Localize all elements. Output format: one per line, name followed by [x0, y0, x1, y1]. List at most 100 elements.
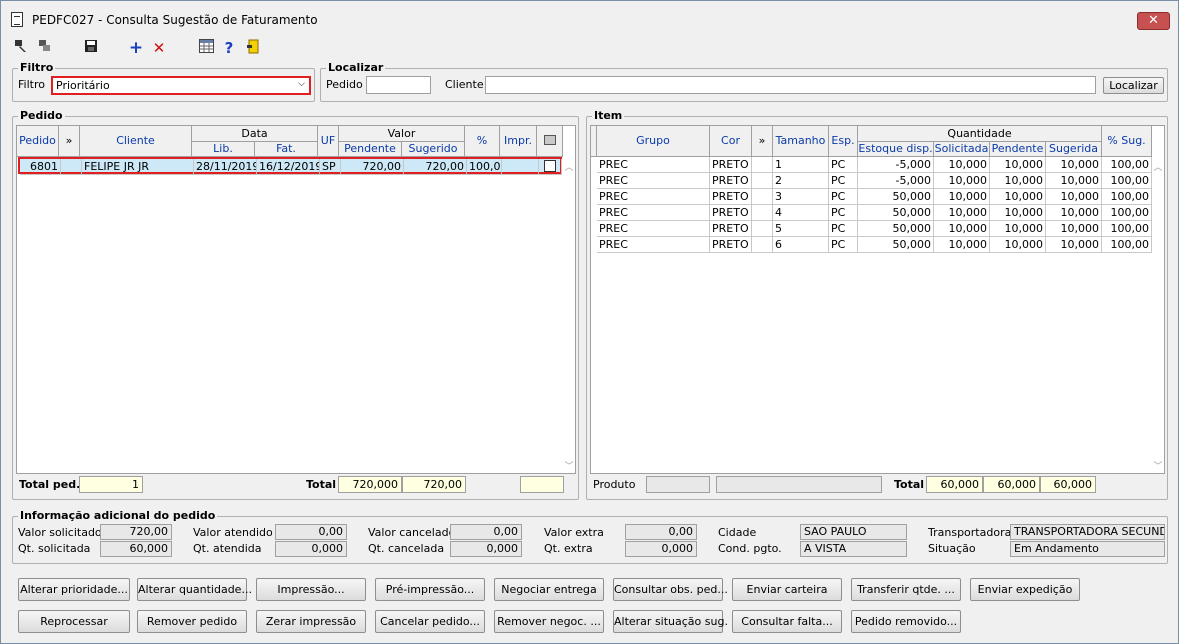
total-extra-value: [520, 476, 564, 493]
col-data: Data: [192, 126, 318, 142]
cell-estoque: 50,000: [858, 205, 934, 221]
cond-pgto-label: Cond. pgto.: [718, 542, 782, 555]
remover-pedido-button[interactable]: Remover pedido: [137, 610, 247, 633]
cell-estoque: 50,000: [858, 237, 934, 253]
cell-tamanho: 5: [773, 221, 829, 237]
col-item-pendente[interactable]: Pendente: [990, 142, 1046, 157]
col-pedido[interactable]: Pedido: [17, 126, 59, 157]
exit-icon[interactable]: [244, 39, 262, 57]
cell-pct: 100,00: [1102, 157, 1152, 173]
col-esp[interactable]: Esp.: [829, 126, 858, 157]
cancelar-pedido-button[interactable]: Cancelar pedido...: [375, 610, 485, 633]
pre-impressao-button[interactable]: Pré-impressão...: [375, 578, 485, 601]
windows-icon[interactable]: [36, 39, 54, 57]
cell-esp: PC: [829, 221, 858, 237]
pedido-removido-button[interactable]: Pedido removido...: [851, 610, 961, 633]
cliente-search-input[interactable]: [485, 76, 1096, 94]
cell-sugerido: 720,00: [404, 159, 467, 175]
col-cliente[interactable]: Cliente: [80, 126, 192, 157]
col-item-more-button[interactable]: »: [752, 126, 773, 157]
item-table-row[interactable]: PREC PRETO 2 PC -5,000 10,000 10,000 10,000 100,…: [591, 173, 1152, 189]
item-scroll-up-icon[interactable]: ︿: [1151, 160, 1165, 173]
table-row[interactable]: 6801 FELIPE JR JR 28/11/2019 16/12/2019 …: [18, 157, 562, 175]
alterar-situacao-sug-button[interactable]: Alterar situação sug.: [613, 610, 728, 633]
col-grupo[interactable]: Grupo: [597, 126, 710, 157]
col-valor: Valor: [339, 126, 465, 142]
cell-item-more: [752, 157, 773, 173]
total-pendente-value: 720,000: [338, 476, 402, 493]
enviar-carteira-button[interactable]: Enviar carteira: [732, 578, 842, 601]
qt-extra-label: Qt. extra: [544, 542, 593, 555]
col-lib[interactable]: Lib.: [192, 142, 255, 157]
cell-pendente: 720,00: [341, 159, 404, 175]
col-pendente[interactable]: Pendente: [339, 142, 402, 157]
col-solicitada[interactable]: Solicitada: [934, 142, 990, 157]
consultar-obs-ped-button[interactable]: Consultar obs. ped...: [613, 578, 728, 601]
consultar-falta-button[interactable]: Consultar falta...: [732, 610, 842, 633]
item-table-row[interactable]: PREC PRETO 3 PC 50,000 10,000 10,000 10,000 100,…: [591, 189, 1152, 205]
item-total-label: Total: [894, 478, 925, 491]
cell-more: [61, 159, 82, 175]
negociar-entrega-button[interactable]: Negociar entrega: [494, 578, 604, 601]
localizar-group-title: Localizar: [326, 61, 386, 74]
help-icon[interactable]: ?: [220, 39, 238, 57]
item-table-row[interactable]: PREC PRETO 1 PC -5,000 10,000 10,000 10,000 100,…: [591, 157, 1152, 173]
reprocessar-button[interactable]: Reprocessar: [18, 610, 130, 633]
col-cor[interactable]: Cor: [710, 126, 752, 157]
item-table-row[interactable]: PREC PRETO 4 PC 50,000 10,000 10,000 10,000 100,…: [591, 205, 1152, 221]
row-checkbox[interactable]: [544, 160, 556, 172]
item-table-row[interactable]: PREC PRETO 5 PC 50,000 10,000 10,000 10,000 100,…: [591, 221, 1152, 237]
delete-icon[interactable]: ✕: [150, 39, 168, 57]
calculator-icon[interactable]: [197, 39, 215, 57]
cell-sugerida: 10,000: [1046, 205, 1102, 221]
item-scroll-down-icon[interactable]: ﹀: [1151, 459, 1165, 472]
main-window: PEDFC027 - Consulta Sugestão de Faturame…: [0, 0, 1179, 644]
col-uf[interactable]: UF: [318, 126, 339, 157]
localizar-button[interactable]: Localizar: [1103, 77, 1164, 94]
col-percent[interactable]: %: [465, 126, 500, 157]
col-estoque[interactable]: Estoque disp.: [858, 142, 934, 157]
col-sugerido[interactable]: Sugerido: [402, 142, 465, 157]
cell-percent: 100,00: [467, 159, 502, 175]
cell-solicitada: 10,000: [934, 189, 990, 205]
col-tamanho[interactable]: Tamanho: [773, 126, 829, 157]
pedido-search-input[interactable]: [366, 76, 431, 94]
col-pct-sug[interactable]: % Sug.: [1102, 126, 1152, 157]
alterar-quantidade-button[interactable]: Alterar quantidade...: [137, 578, 252, 601]
filtro-select[interactable]: Prioritário ⌵: [51, 76, 311, 95]
save-icon[interactable]: [82, 39, 100, 57]
impressao-button[interactable]: Impressão...: [256, 578, 366, 601]
cell-esp: PC: [829, 157, 858, 173]
enviar-expedicao-button[interactable]: Enviar expedição: [970, 578, 1080, 601]
transferir-qtde-button[interactable]: Transferir qtde. ...: [851, 578, 961, 601]
scroll-down-icon[interactable]: ﹀: [562, 459, 576, 472]
filtro-label: Filtro: [18, 78, 45, 91]
qt-solicitada-value: 60,000: [100, 541, 172, 557]
cell-grupo: PREC: [597, 237, 710, 253]
col-impr[interactable]: Impr.: [500, 126, 537, 157]
qt-atendida-label: Qt. atendida: [193, 542, 262, 555]
cell-item-more: [752, 237, 773, 253]
cell-grupo: PREC: [597, 157, 710, 173]
alterar-prioridade-button[interactable]: Alterar prioridade...: [18, 578, 130, 601]
item-table-row[interactable]: PREC PRETO 6 PC 50,000 10,000 10,000 10,000 100,…: [591, 237, 1152, 253]
col-more-button[interactable]: »: [59, 126, 80, 157]
cell-pct: 100,00: [1102, 173, 1152, 189]
cell-solicitada: 10,000: [934, 237, 990, 253]
valor-solicitado-label: Valor solicitado: [18, 526, 102, 539]
col-fat[interactable]: Fat.: [255, 142, 318, 157]
cell-esp: PC: [829, 173, 858, 189]
close-button[interactable]: ✕: [1137, 12, 1170, 30]
cell-pct: 100,00: [1102, 205, 1152, 221]
remover-negoc-button[interactable]: Remover negoc. ...: [494, 610, 604, 633]
zerar-impressao-button[interactable]: Zerar impressão: [256, 610, 366, 633]
col-select-all[interactable]: [537, 126, 563, 157]
cell-grupo: PREC: [597, 189, 710, 205]
add-icon[interactable]: +: [127, 39, 145, 57]
back-icon[interactable]: [12, 39, 30, 57]
info-group: Informação adicional do pedido: [12, 509, 1168, 564]
scroll-up-icon[interactable]: ︿: [562, 160, 576, 173]
valor-cancelado-value: 0,00: [450, 524, 522, 540]
cell-fat: 16/12/2019: [257, 159, 320, 175]
col-sugerida[interactable]: Sugerida: [1046, 142, 1102, 157]
